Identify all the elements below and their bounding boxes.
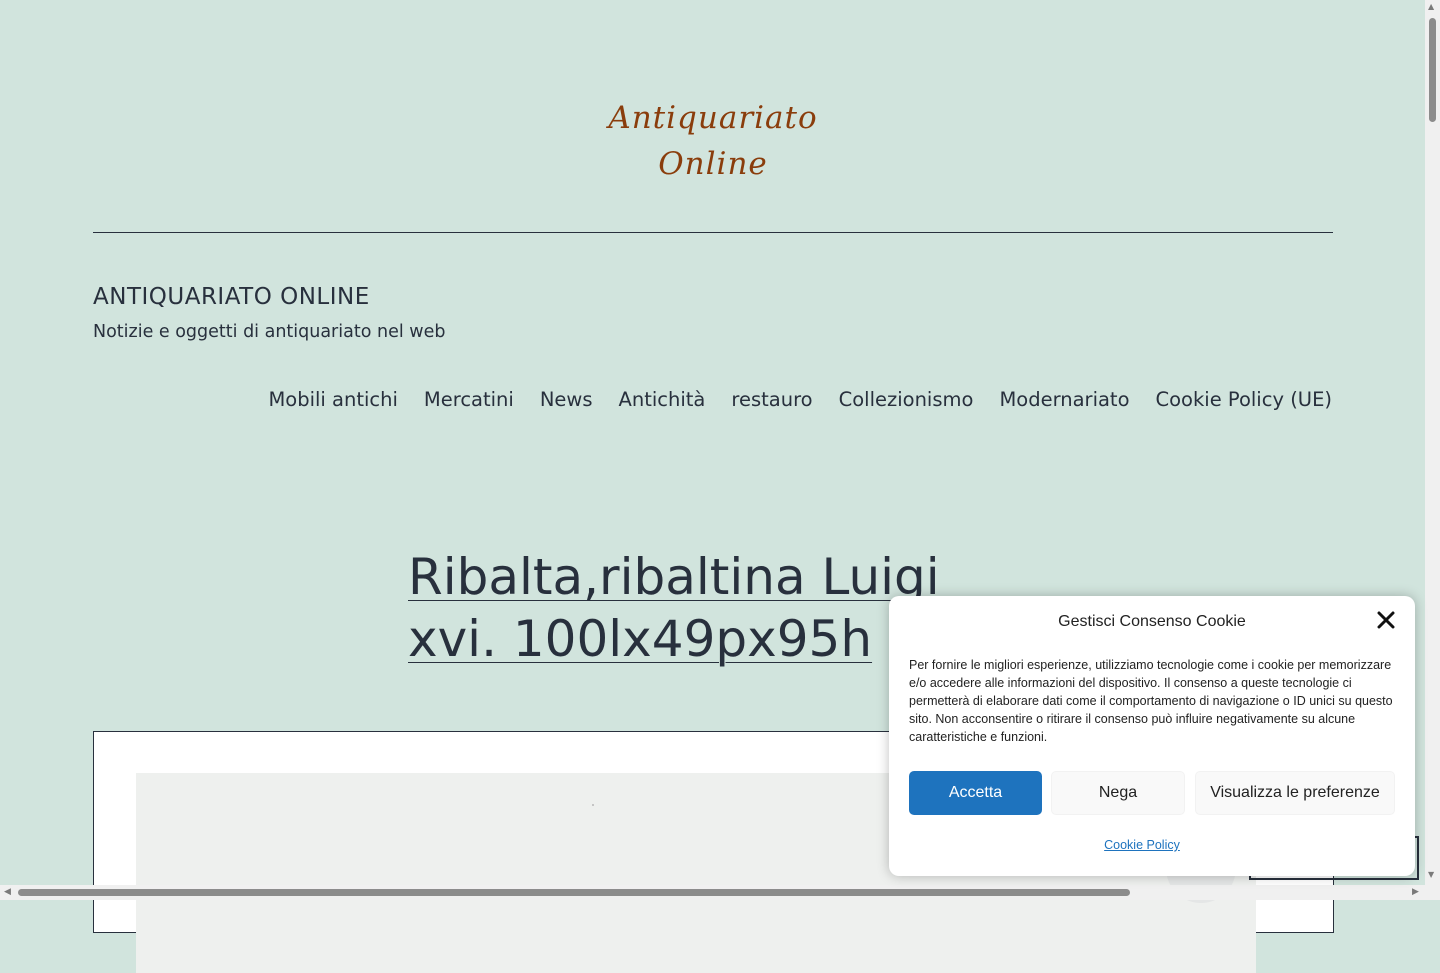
site-title[interactable]: ANTIQUARIATO ONLINE <box>93 284 370 310</box>
scroll-left-icon[interactable]: ◀ <box>4 887 11 897</box>
scroll-down-icon[interactable]: ▼ <box>1428 870 1434 879</box>
post-title[interactable]: Ribalta,ribaltina Luigi xvi. 100lx49px95… <box>408 546 968 670</box>
nav-item-collezionismo[interactable]: Collezionismo <box>839 388 974 411</box>
vertical-scroll-thumb[interactable] <box>1429 18 1436 122</box>
scroll-up-icon[interactable]: ▲ <box>1428 2 1434 11</box>
nav-item-mercatini[interactable]: Mercatini <box>424 388 514 411</box>
logo-line-2: Online <box>658 146 768 182</box>
logo-line-1: Antiquariato <box>608 100 818 136</box>
primary-nav: Mobili antichi Mercatini News Antichità … <box>268 388 1332 411</box>
header-divider <box>93 232 1333 233</box>
cookie-consent-dialog: Gestisci Consenso Cookie Per fornire le … <box>889 596 1415 876</box>
vertical-scrollbar[interactable]: ▲ ▼ <box>1425 0 1440 885</box>
nav-item-news[interactable]: News <box>540 388 593 411</box>
cookie-dialog-text: Per fornire le migliori esperienze, util… <box>909 658 1393 744</box>
site-tagline: Notizie e oggetti di antiquariato nel we… <box>93 322 446 342</box>
view-preferences-button[interactable]: Visualizza le preferenze <box>1195 771 1395 815</box>
nav-item-cookie-policy[interactable]: Cookie Policy (UE) <box>1156 388 1332 411</box>
cookie-policy-link[interactable]: Cookie Policy <box>889 838 1395 852</box>
nav-item-mobili-antichi[interactable]: Mobili antichi <box>268 388 397 411</box>
scroll-right-icon[interactable]: ▶ <box>1412 887 1419 897</box>
post-title-line-1: Ribalta,ribaltina Luigi <box>408 548 940 606</box>
horizontal-scroll-thumb[interactable] <box>18 889 1130 896</box>
nav-item-modernariato[interactable]: Modernariato <box>999 388 1129 411</box>
close-icon[interactable] <box>1377 611 1395 629</box>
cookie-dialog-title: Gestisci Consenso Cookie <box>1058 613 1246 630</box>
nav-item-antichita[interactable]: Antichità <box>619 388 706 411</box>
horizontal-scrollbar[interactable]: ◀ ▶ <box>0 885 1440 900</box>
nav-item-restauro[interactable]: restauro <box>731 388 812 411</box>
site-logo[interactable]: Antiquariato Online <box>0 95 1426 187</box>
post-title-line-2: xvi. 100lx49px95h <box>408 610 873 668</box>
accept-button[interactable]: Accetta <box>909 771 1042 815</box>
image-speck <box>592 804 594 806</box>
deny-button[interactable]: Nega <box>1051 771 1185 815</box>
